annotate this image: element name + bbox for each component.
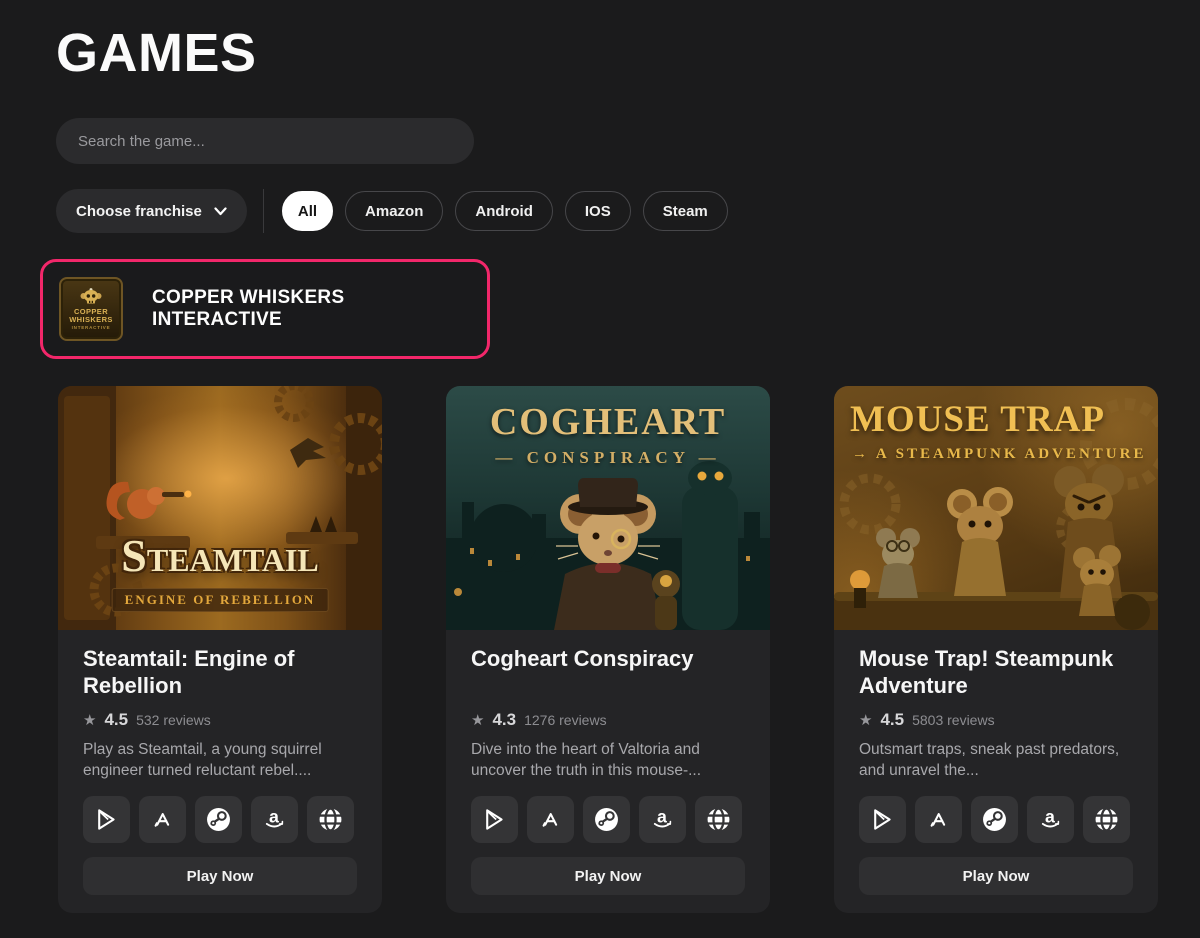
game-card-body: Mouse Trap! Steampunk Adventure ★ 4.5 5803 … bbox=[834, 630, 1158, 913]
franchise-name: COPPER WHISKERS INTERACTIVE bbox=[152, 287, 471, 331]
game-title: Mouse Trap! Steampunk Adventure bbox=[859, 646, 1133, 700]
rating-value: 4.5 bbox=[880, 710, 904, 730]
choose-franchise-label: Choose franchise bbox=[76, 203, 202, 220]
game-card: COGHEART — CONSPIRACY — Cogheart Conspirac… bbox=[446, 386, 770, 913]
play-now-button[interactable]: Play Now bbox=[471, 857, 745, 895]
rating-value: 4.3 bbox=[492, 710, 516, 730]
google-play-icon bbox=[482, 807, 507, 832]
page-title: GAMES bbox=[56, 22, 1160, 84]
game-cover-art: Steamtail ENGINE OF REBELLION bbox=[58, 386, 382, 630]
steam-icon bbox=[206, 807, 231, 832]
platform-amazon-button[interactable]: a bbox=[639, 796, 686, 843]
star-icon: ★ bbox=[859, 713, 872, 728]
platform-app-store-button[interactable] bbox=[139, 796, 186, 843]
rating-row: ★ 4.3 1276 reviews bbox=[471, 710, 745, 730]
platform-web-button[interactable] bbox=[307, 796, 354, 843]
search-input[interactable] bbox=[56, 118, 474, 164]
steam-icon bbox=[982, 807, 1007, 832]
franchise-logo-text: WHISKERS bbox=[69, 316, 113, 325]
cover-title: COGHEART bbox=[446, 400, 770, 444]
svg-text:a: a bbox=[657, 807, 667, 826]
platform-amazon-button[interactable]: a bbox=[251, 796, 298, 843]
platform-row: a bbox=[83, 796, 357, 843]
filter-row: Choose franchise All Amazon Android IOS Stea… bbox=[56, 189, 1160, 233]
franchise-banner[interactable]: COPPER WHISKERS INTERACTIVE COPPER WHISK… bbox=[40, 259, 490, 359]
star-icon: ★ bbox=[471, 713, 484, 728]
search-bar bbox=[56, 118, 1160, 164]
rating-row: ★ 4.5 5803 reviews bbox=[859, 710, 1133, 730]
game-cards-grid: Steamtail ENGINE OF REBELLION Steamtail: E… bbox=[58, 386, 1160, 913]
platform-steam-button[interactable] bbox=[583, 796, 630, 843]
game-card: MOUSE TRAP → A STEAMPUNK ADVENTURE Mouse T… bbox=[834, 386, 1158, 913]
cover-title: MOUSE TRAP bbox=[850, 398, 1105, 441]
game-description: Dive into the heart of Valtoria and unco… bbox=[471, 740, 745, 782]
web-icon bbox=[318, 807, 343, 832]
cover-subtitle: → A STEAMPUNK ADVENTURE bbox=[852, 446, 1146, 463]
platform-google-play-button[interactable] bbox=[471, 796, 518, 843]
svg-text:a: a bbox=[1045, 807, 1055, 826]
rating-row: ★ 4.5 532 reviews bbox=[83, 710, 357, 730]
star-icon: ★ bbox=[83, 713, 96, 728]
platform-web-button[interactable] bbox=[1083, 796, 1130, 843]
filter-divider bbox=[263, 189, 264, 233]
platform-app-store-button[interactable] bbox=[527, 796, 574, 843]
amazon-icon: a bbox=[1038, 807, 1063, 832]
filter-pill-ios[interactable]: IOS bbox=[565, 191, 631, 231]
game-card: Steamtail ENGINE OF REBELLION Steamtail: E… bbox=[58, 386, 382, 913]
choose-franchise-button[interactable]: Choose franchise bbox=[56, 189, 247, 233]
game-cover-art: MOUSE TRAP → A STEAMPUNK ADVENTURE bbox=[834, 386, 1158, 630]
play-now-button[interactable]: Play Now bbox=[859, 857, 1133, 895]
game-cover-art: COGHEART — CONSPIRACY — bbox=[446, 386, 770, 630]
review-count: 5803 reviews bbox=[912, 712, 995, 728]
games-page: GAMES Choose franchise All Amazon Android I… bbox=[0, 0, 1200, 913]
mouse-skull-icon bbox=[79, 288, 103, 308]
platform-row: a bbox=[859, 796, 1133, 843]
amazon-icon: a bbox=[650, 807, 675, 832]
review-count: 532 reviews bbox=[136, 712, 211, 728]
platform-steam-button[interactable] bbox=[195, 796, 242, 843]
web-icon bbox=[1094, 807, 1119, 832]
amazon-icon: a bbox=[262, 807, 287, 832]
rating-value: 4.5 bbox=[104, 710, 128, 730]
game-title: Cogheart Conspiracy bbox=[471, 646, 745, 700]
game-description: Play as Steamtail, a young squirrel engi… bbox=[83, 740, 357, 782]
google-play-icon bbox=[870, 807, 895, 832]
filter-pill-amazon[interactable]: Amazon bbox=[345, 191, 443, 231]
filter-pill-all[interactable]: All bbox=[282, 191, 333, 231]
filter-pill-android[interactable]: Android bbox=[455, 191, 553, 231]
platform-row: a bbox=[471, 796, 745, 843]
steam-icon bbox=[594, 807, 619, 832]
platform-web-button[interactable] bbox=[695, 796, 742, 843]
cover-title: Steamtail bbox=[58, 529, 382, 582]
platform-google-play-button[interactable] bbox=[859, 796, 906, 843]
filter-pill-steam[interactable]: Steam bbox=[643, 191, 728, 231]
app-store-icon bbox=[926, 807, 951, 832]
game-card-body: Cogheart Conspiracy ★ 4.3 1276 reviews Dive … bbox=[446, 630, 770, 913]
cover-subtitle: ENGINE OF REBELLION bbox=[112, 588, 329, 612]
review-count: 1276 reviews bbox=[524, 712, 607, 728]
chevron-down-icon bbox=[214, 207, 227, 216]
franchise-logo: COPPER WHISKERS INTERACTIVE bbox=[59, 277, 123, 341]
game-description: Outsmart traps, sneak past predators, an… bbox=[859, 740, 1133, 782]
platform-app-store-button[interactable] bbox=[915, 796, 962, 843]
platform-steam-button[interactable] bbox=[971, 796, 1018, 843]
svg-text:a: a bbox=[269, 807, 279, 826]
cover-subtitle: — CONSPIRACY — bbox=[446, 448, 770, 468]
game-card-body: Steamtail: Engine of Rebellion ★ 4.5 532 re… bbox=[58, 630, 382, 913]
platform-amazon-button[interactable]: a bbox=[1027, 796, 1074, 843]
google-play-icon bbox=[94, 807, 119, 832]
app-store-icon bbox=[538, 807, 563, 832]
platform-filter-pills: All Amazon Android IOS Steam bbox=[282, 191, 728, 231]
web-icon bbox=[706, 807, 731, 832]
play-now-button[interactable]: Play Now bbox=[83, 857, 357, 895]
game-title: Steamtail: Engine of Rebellion bbox=[83, 646, 357, 700]
app-store-icon bbox=[150, 807, 175, 832]
platform-google-play-button[interactable] bbox=[83, 796, 130, 843]
franchise-logo-subtext: INTERACTIVE bbox=[72, 325, 111, 330]
